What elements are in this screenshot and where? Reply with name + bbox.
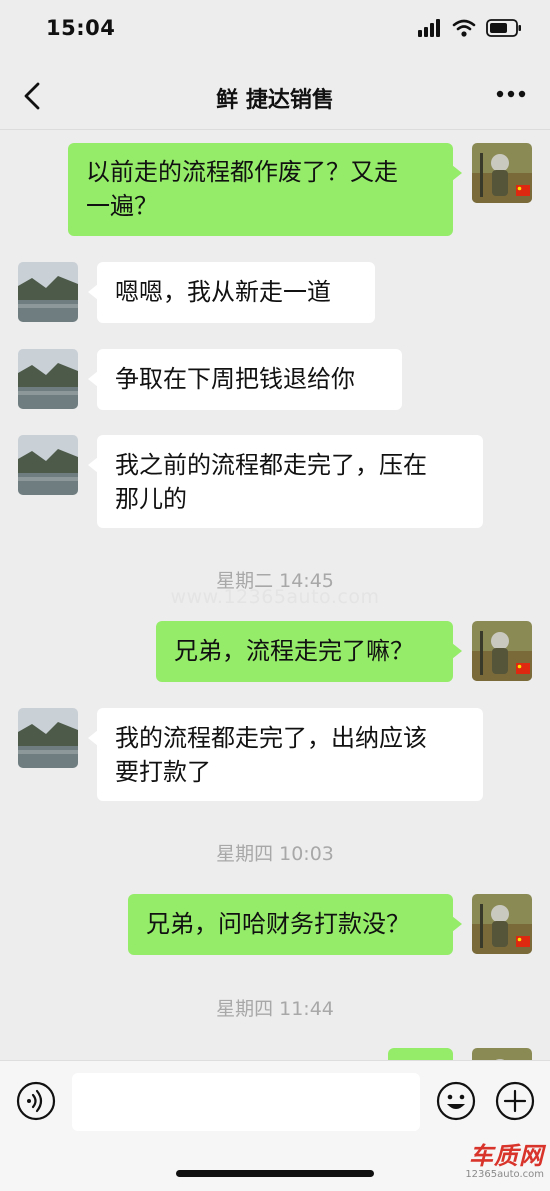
message-bubble-self[interactable]: 兄弟，流程走完了嘛？ bbox=[156, 621, 462, 682]
contact-avatar[interactable] bbox=[18, 349, 78, 409]
message-text: 那儿的 bbox=[115, 485, 187, 513]
message-bubble-self[interactable]: 兄弟，问哈财务打款没？ bbox=[128, 894, 462, 955]
message-bubble-self[interactable] bbox=[388, 1048, 453, 1060]
self-avatar[interactable] bbox=[472, 621, 532, 681]
chat-message-list[interactable]: 以前走的流程都作废了？又走 一遍？ 嗯嗯，我从新走一道 争取在下周把钱退给你 我… bbox=[0, 130, 550, 1060]
more-dots-icon[interactable] bbox=[496, 88, 526, 100]
logo-url: 12365auto.com bbox=[465, 1169, 544, 1180]
message-text: 兄弟，流程走完了嘛？ bbox=[174, 637, 414, 665]
self-avatar[interactable] bbox=[472, 1048, 532, 1060]
message-text: 我的流程都走完了，出纳应该 bbox=[115, 724, 427, 752]
timestamp: 星期四 11:44 bbox=[216, 998, 334, 1020]
battery-icon bbox=[486, 19, 521, 37]
self-avatar[interactable] bbox=[472, 143, 532, 203]
voice-icon[interactable] bbox=[16, 1081, 56, 1121]
message-text: 要打款了 bbox=[115, 758, 211, 786]
message-text: 一遍？ bbox=[86, 192, 158, 220]
message-text: 嗯嗯，我从新走一道 bbox=[115, 278, 331, 306]
message-text: 我之前的流程都走完了，压在 bbox=[115, 451, 427, 479]
contact-avatar[interactable] bbox=[18, 262, 78, 322]
message-text: 兄弟，问哈财务打款没？ bbox=[146, 910, 410, 938]
message-bubble-self[interactable]: 以前走的流程都作废了？又走 一遍？ bbox=[68, 143, 462, 236]
status-icons bbox=[418, 19, 522, 37]
self-avatar[interactable] bbox=[472, 894, 532, 954]
message-bubble-other[interactable]: 我之前的流程都走完了，压在 那儿的 bbox=[88, 435, 483, 528]
wifi-icon bbox=[452, 19, 476, 37]
chat-title: 鲜 捷达销售 bbox=[216, 88, 334, 113]
timestamp: 星期四 10:03 bbox=[216, 843, 334, 865]
cellular-signal-icon bbox=[418, 19, 440, 37]
emoji-icon[interactable] bbox=[436, 1081, 476, 1121]
status-bar: 15:04 bbox=[0, 0, 550, 60]
nav-bar: 鲜 捷达销售 bbox=[0, 60, 550, 130]
message-text: 争取在下周把钱退给你 bbox=[115, 365, 355, 393]
message-text: 以前走的流程都作废了？又走 bbox=[86, 158, 398, 186]
plus-icon[interactable] bbox=[495, 1081, 535, 1121]
message-bubble-other[interactable]: 嗯嗯，我从新走一道 bbox=[88, 262, 375, 323]
message-bubble-other[interactable]: 我的流程都走完了，出纳应该 要打款了 bbox=[88, 708, 483, 801]
watermark-text: www.12365auto.com bbox=[170, 586, 380, 608]
site-logo: 车质网 12365auto.com bbox=[452, 1143, 544, 1187]
home-indicator bbox=[176, 1170, 374, 1177]
message-input[interactable] bbox=[72, 1073, 420, 1131]
message-bubble-other[interactable]: 争取在下周把钱退给你 bbox=[88, 349, 402, 410]
logo-text: 车质网 bbox=[469, 1142, 544, 1170]
contact-avatar[interactable] bbox=[18, 708, 78, 768]
contact-avatar[interactable] bbox=[18, 435, 78, 495]
status-time: 15:04 bbox=[46, 16, 116, 40]
